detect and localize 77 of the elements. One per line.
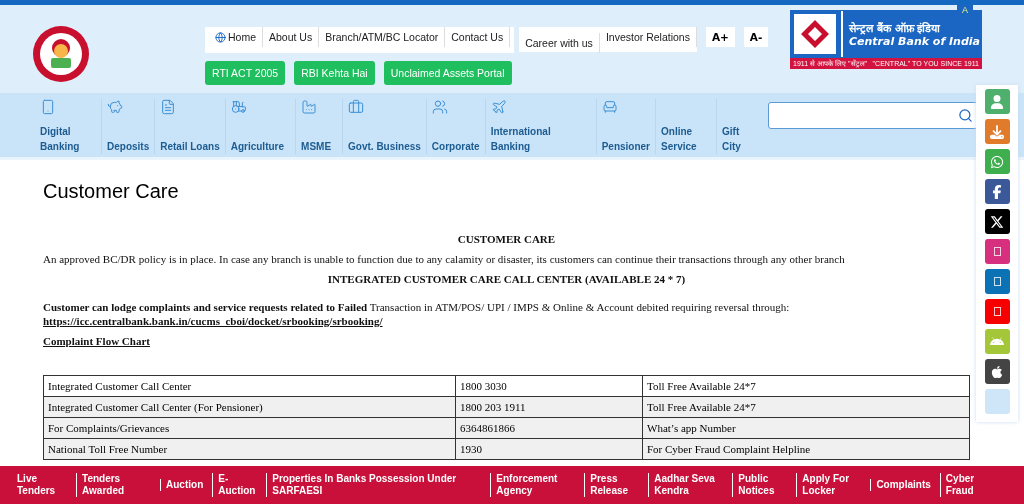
airplane-icon <box>490 99 507 115</box>
flow-chart-link[interactable]: Complaint Flow Chart <box>43 335 970 347</box>
briefcase-icon <box>348 99 365 115</box>
apple-icon <box>990 364 1004 379</box>
table-cell: For Complaints/Grievances <box>43 417 456 439</box>
footer-link[interactable]: Cyber Fraud <box>939 473 990 497</box>
table-cell: National Toll Free Number <box>43 438 456 460</box>
tractor-icon <box>230 99 247 115</box>
accessibility-button[interactable]: A <box>957 5 973 15</box>
whatsapp-icon <box>990 154 1004 169</box>
footer-link[interactable]: Tenders Awarded <box>76 473 156 497</box>
document-icon <box>160 99 177 115</box>
download-icon <box>990 124 1004 139</box>
social-button[interactable] <box>984 179 1010 204</box>
footer-link[interactable]: E-Auction <box>212 473 263 497</box>
logo-text: Central Bank of India <box>849 35 981 48</box>
piggy-bank-icon <box>107 99 123 115</box>
logo-hindi-text: सेन्ट्रल बैंक ऑफ़ इंडिया <box>849 21 942 35</box>
table-cell: Toll Free Available 24*7 <box>642 375 970 397</box>
nav-menu-item[interactable]: Agriculture <box>224 99 290 154</box>
phone-icon <box>40 99 56 115</box>
square-icon <box>993 277 1001 286</box>
globe-icon <box>215 31 226 43</box>
nav-link[interactable]: Home <box>209 27 263 47</box>
facebook-icon <box>990 184 1004 199</box>
nav-menu-item[interactable]: Pensioner <box>595 99 655 154</box>
table-cell: For Cyber Fraud Complaint Helpline <box>642 438 970 460</box>
table-cell: Integrated Customer Call Center <box>43 375 456 397</box>
table-cell: 1800 3030 <box>455 375 643 397</box>
nav-link[interactable]: Investor Relations <box>599 27 697 47</box>
table-cell: 6364861866 <box>455 417 643 439</box>
footer-link[interactable]: Public Notices <box>732 473 793 497</box>
font-size-button[interactable]: A- <box>743 27 769 47</box>
nav-link[interactable]: Contact Us <box>445 27 511 47</box>
search-field[interactable] <box>768 102 978 129</box>
page-title: Customer Care <box>43 180 180 203</box>
section-heading: CUSTOMER CARE <box>456 233 557 245</box>
footer-link[interactable]: Apply For Locker <box>796 473 867 497</box>
table-cell: What’s app Number <box>642 417 970 439</box>
people-icon <box>431 99 448 115</box>
section-heading: INTEGRATED CUSTOMER CARE CALL CENTER (AVAILABLE 24 * 7) <box>326 273 687 285</box>
table-cell: Toll Free Available 24*7 <box>642 396 970 418</box>
notice-text: An approved BC/DR policy is in place. In case any branch is unable to function due to any calamity or disaster, its customers can continue their transactions through any other branch <box>43 253 846 265</box>
emblem-drawing <box>32 25 90 83</box>
nav-link[interactable]: Career with us <box>519 33 600 53</box>
table-cell: 1800 203 1911 <box>455 396 643 418</box>
social-button[interactable] <box>984 359 1010 384</box>
nav-menu-item[interactable]: MSME <box>295 99 337 154</box>
factory-icon <box>301 99 318 115</box>
footer-link[interactable]: Auction <box>160 479 209 491</box>
nav-menu-item[interactable]: Retail Loans <box>154 99 225 154</box>
nav-menu-item[interactable]: Gift City <box>716 99 757 154</box>
footer-link[interactable]: Enforcement Agency <box>490 473 581 497</box>
footer-link[interactable]: Properties In Banks Possession Under SARFAESI <box>266 473 487 497</box>
complaint-text: Customer can lodge complaints and service requests related to Failed Transaction in ATM/POS/ UPI / IMPS & Online & Account debited requiring reversal through: <box>43 301 791 313</box>
social-button[interactable] <box>984 209 1010 234</box>
nav-menu-item[interactable]: Corporate <box>425 99 485 154</box>
nav-link[interactable]: About Us <box>263 27 320 47</box>
nav-menu-item[interactable]: Digital Banking <box>35 99 95 154</box>
table-cell: 1930 <box>455 438 643 460</box>
nav-menu-item[interactable]: International Banking <box>484 99 566 154</box>
nav-menu-item[interactable]: Online Service <box>655 99 706 154</box>
footer-link[interactable]: Live Tenders <box>12 473 72 497</box>
nav-menu-item[interactable]: Deposits <box>101 99 155 154</box>
nav-menu-item[interactable]: Govt. Business <box>342 99 426 154</box>
square-icon <box>993 307 1001 316</box>
footer-link[interactable]: Complaints <box>870 479 936 491</box>
square-icon <box>993 247 1001 256</box>
footer-link[interactable]: Aadhar Seva Kendra <box>648 473 729 497</box>
user-icon <box>990 94 1004 109</box>
search-icon <box>958 108 973 123</box>
x-icon <box>990 214 1004 229</box>
footer-link[interactable]: Press Release <box>584 473 645 497</box>
font-size-button[interactable]: A+ <box>705 27 735 47</box>
complaint-link[interactable]: https://icc.centralbank.bank.in/cucms_cboi/docket/srbooking/srbooking/ <box>43 315 970 327</box>
table-cell: Integrated Customer Call Center (For Pensioner) <box>43 396 456 418</box>
nav-link[interactable]: Branch/ATM/BC Locator <box>319 27 446 47</box>
